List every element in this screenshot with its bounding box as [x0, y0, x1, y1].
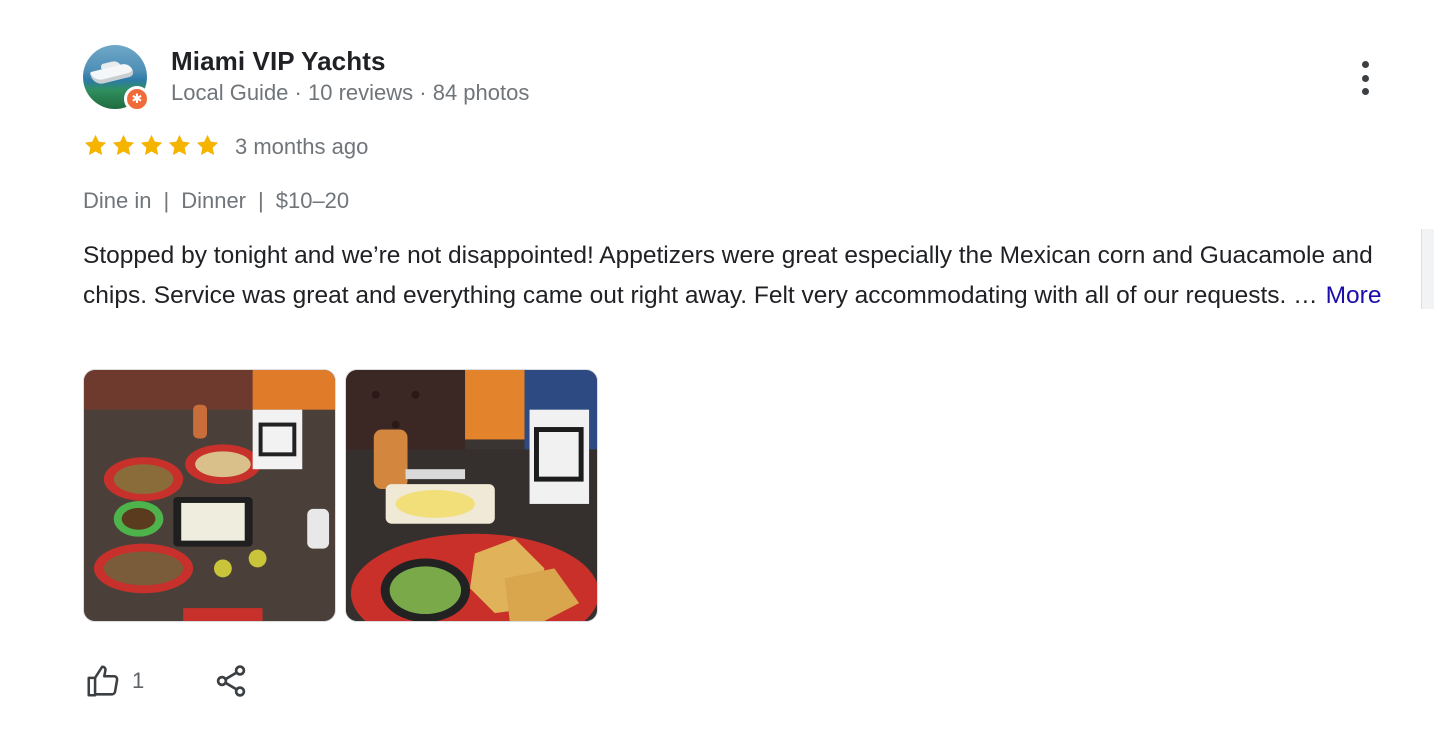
- thumb-up-icon: [87, 665, 119, 697]
- star-icon: [168, 134, 191, 156]
- review-attributes: Dine in | Dinner | $10–20: [83, 188, 349, 214]
- star-rating: [82, 132, 221, 159]
- star-icon: [112, 134, 135, 156]
- star-icon: [196, 134, 219, 156]
- meta-separator: ·: [413, 80, 433, 105]
- review-text-content: Stopped by tonight and we’re not disappo…: [83, 242, 1373, 309]
- share-icon: [216, 665, 246, 697]
- reviewer-meta: Local Guide · 10 reviews · 84 photos: [171, 80, 529, 106]
- like-count: 1: [132, 668, 145, 693]
- like-button[interactable]: 1: [84, 662, 144, 700]
- reviewer-photo-count: 84 photos: [432, 80, 530, 105]
- more-link[interactable]: More: [1326, 282, 1382, 309]
- star-icon: [140, 134, 163, 156]
- more-vert-icon[interactable]: [1352, 58, 1378, 98]
- reviewer-review-count: 10 reviews: [307, 80, 414, 105]
- meta-separator: ·: [288, 80, 308, 105]
- reviewer-avatar[interactable]: ✱: [83, 45, 150, 112]
- reviewer-name[interactable]: Miami VIP Yachts: [171, 46, 386, 77]
- star-icon: [84, 134, 107, 156]
- attribute-price: $10–20: [275, 188, 350, 213]
- reviewer-level: Local Guide: [171, 80, 289, 105]
- local-guide-star-icon: ✱: [124, 86, 150, 112]
- review-photo-1[interactable]: [83, 369, 336, 622]
- scrollbar-thumb[interactable]: [1421, 229, 1434, 309]
- review-date: 3 months ago: [235, 134, 369, 159]
- review-photo-2[interactable]: [345, 369, 598, 622]
- attribute-meal: Dinner: [181, 188, 247, 213]
- attribute-separator: |: [163, 188, 170, 213]
- attribute-service: Dine in: [83, 188, 152, 213]
- review-card: ✱ Miami VIP Yachts Local Guide · 10 revi…: [0, 0, 1434, 740]
- food-photo-icon: [346, 370, 597, 621]
- share-button[interactable]: [213, 663, 249, 699]
- attribute-separator: |: [258, 188, 264, 213]
- review-text: Stopped by tonight and we’re not disappo…: [83, 236, 1393, 316]
- food-photo-icon: [84, 370, 335, 621]
